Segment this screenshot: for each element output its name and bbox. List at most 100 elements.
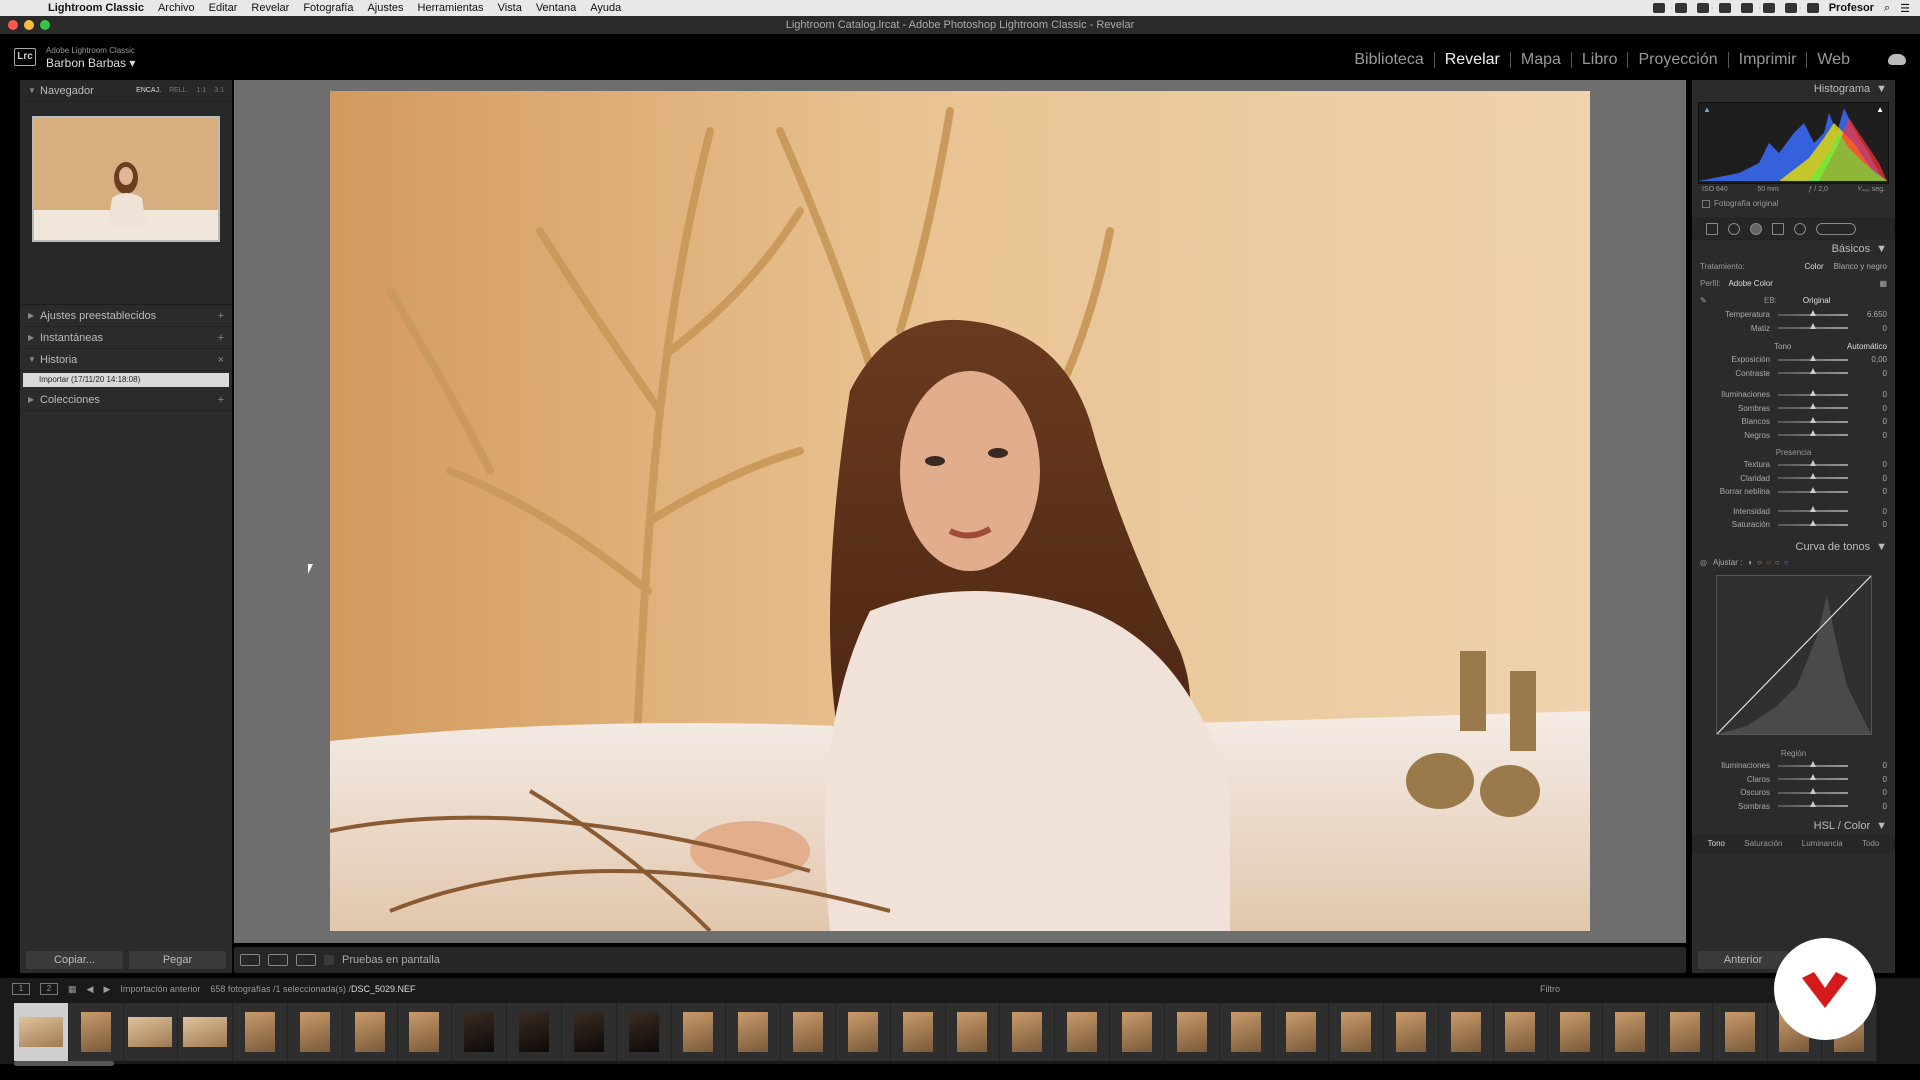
menu-vista[interactable]: Vista [498, 2, 522, 14]
highlight-clipping-icon[interactable]: ▲ [1876, 105, 1884, 114]
slider-knob[interactable] [1810, 473, 1816, 480]
creative-cloud-icon[interactable] [1696, 3, 1709, 13]
original-photo-toggle[interactable]: Fotografía original [1692, 193, 1895, 208]
zoom-fit[interactable]: ENCAJ. [136, 87, 161, 94]
before-after-swap-icon[interactable] [296, 954, 316, 966]
spotlight-search-icon[interactable]: ⌕ [1884, 2, 1890, 15]
graduated-filter-icon[interactable] [1772, 223, 1784, 235]
slider-value[interactable]: 0 [1883, 431, 1887, 440]
profile-select[interactable]: Adobe Color [1728, 279, 1772, 288]
slider-knob[interactable] [1810, 368, 1816, 375]
filmstrip-thumbnail[interactable] [781, 1003, 836, 1061]
hsl-tab-luminance[interactable]: Luminancia [1802, 839, 1843, 849]
add-preset-icon[interactable]: + [218, 310, 224, 322]
red-curve-icon[interactable]: ○ [1766, 558, 1771, 567]
slider-value[interactable]: 0 [1883, 507, 1887, 516]
filmstrip-thumbnail[interactable] [1383, 1003, 1439, 1061]
filmstrip-thumbnail[interactable] [1603, 1003, 1658, 1061]
slider-track[interactable] [1778, 368, 1848, 375]
slider-value[interactable]: 0 [1883, 802, 1887, 811]
slider-track[interactable] [1778, 323, 1848, 330]
history-entry[interactable]: Importar (17/11/20 14:18:08) [23, 373, 229, 387]
filmstrip-filename[interactable]: DSC_5029.NEF [351, 984, 416, 994]
copy-settings-button[interactable]: Copiar... [26, 951, 123, 969]
slider-value[interactable]: 0 [1883, 761, 1887, 770]
module-revelar[interactable]: Revelar [1435, 52, 1511, 68]
filmstrip-thumbnail[interactable] [561, 1003, 617, 1061]
slider-knob[interactable] [1810, 323, 1816, 330]
filmstrip-source[interactable]: Importación anterior [120, 984, 200, 994]
parametric-curve-icon[interactable]: ◐ [1748, 558, 1753, 567]
slider-value[interactable]: 0 [1883, 775, 1887, 784]
filmstrip-thumbnail[interactable] [1219, 1003, 1275, 1061]
slider-knob[interactable] [1810, 486, 1816, 493]
menu-ayuda[interactable]: Ayuda [590, 2, 621, 14]
crop-icon[interactable] [1706, 223, 1718, 235]
hsl-header[interactable]: HSL / Color ▼ [1692, 817, 1895, 835]
filmstrip-thumbnail[interactable] [1548, 1003, 1604, 1061]
slider-knob[interactable] [1810, 774, 1816, 781]
record-icon[interactable] [1652, 3, 1665, 13]
screen-icon[interactable] [1674, 3, 1687, 13]
filmstrip-thumbnail[interactable] [14, 1003, 69, 1061]
slider-track[interactable] [1778, 760, 1848, 767]
filmstrip-thumbnail[interactable] [1000, 1003, 1056, 1061]
zoom-fill[interactable]: RELL. [169, 87, 188, 94]
menu-app-name[interactable]: Lightroom Classic [48, 2, 144, 14]
histogram[interactable]: ▲ ▲ [1698, 102, 1889, 184]
slider-track[interactable] [1778, 416, 1848, 423]
filmstrip-thumbnail[interactable] [1055, 1003, 1110, 1061]
module-proyeccion[interactable]: Proyección [1628, 52, 1729, 68]
slider-value[interactable]: 0 [1883, 390, 1887, 399]
filmstrip-filter-label[interactable]: Filtro [1540, 984, 1560, 994]
slider-value[interactable]: 0 [1883, 417, 1887, 426]
wb-select[interactable]: Original [1803, 296, 1831, 305]
filmstrip-thumbnail[interactable] [123, 1003, 179, 1061]
module-imprimir[interactable]: Imprimir [1729, 52, 1808, 68]
filmstrip-thumbnail[interactable] [726, 1003, 782, 1061]
slider-knob[interactable] [1810, 519, 1816, 526]
close-window-icon[interactable] [8, 20, 18, 30]
spot-removal-icon[interactable] [1728, 223, 1740, 235]
slider-track[interactable] [1778, 486, 1848, 493]
slider-knob[interactable] [1810, 760, 1816, 767]
back-arrow-icon[interactable]: ◀ [87, 984, 94, 995]
menu-fotografia[interactable]: Fotografía [303, 2, 353, 14]
tone-curve-graph[interactable] [1716, 575, 1872, 735]
slider-value[interactable]: 0 [1883, 520, 1887, 529]
slider-value[interactable]: 0,00 [1871, 355, 1887, 364]
filmstrip-thumbnail[interactable] [1274, 1003, 1330, 1061]
main-photo[interactable] [330, 91, 1590, 931]
loupe-view-icon[interactable] [240, 954, 260, 966]
filmstrip-thumbnail[interactable] [287, 1003, 343, 1061]
menu-ajustes[interactable]: Ajustes [367, 2, 403, 14]
identity-plate[interactable]: Adobe Lightroom Classic Barbon Barbas ▾ [46, 46, 135, 70]
rgb-curve-icon[interactable]: ○ [1757, 558, 1762, 567]
navigator-header[interactable]: ▼ Navegador ENCAJ. RELL. 1:1 3:1 [20, 80, 232, 102]
treatment-bw-option[interactable]: Blanco y negro [1834, 262, 1887, 271]
minimize-window-icon[interactable] [24, 20, 34, 30]
clear-history-icon[interactable]: × [218, 354, 224, 366]
slider-value[interactable]: 0 [1883, 474, 1887, 483]
tone-curve-header[interactable]: Curva de tonos ▼ [1692, 538, 1895, 556]
filmstrip-thumbnail[interactable] [68, 1003, 124, 1061]
history-header[interactable]: ▼ Historia × [20, 349, 232, 371]
radial-filter-icon[interactable] [1794, 223, 1806, 235]
flag-icon[interactable] [1740, 3, 1753, 13]
filmstrip[interactable] [0, 1000, 1920, 1064]
collections-header[interactable]: ▶ Colecciones + [20, 389, 232, 411]
red-eye-icon[interactable] [1750, 223, 1762, 235]
slider-track[interactable] [1778, 519, 1848, 526]
slider-knob[interactable] [1810, 389, 1816, 396]
soft-proofing-checkbox[interactable] [324, 955, 334, 965]
filmstrip-thumbnail[interactable] [342, 1003, 398, 1061]
slider-track[interactable] [1778, 787, 1848, 794]
menu-archivo[interactable]: Archivo [158, 2, 195, 14]
histogram-header[interactable]: Histograma ▼ [1692, 80, 1895, 98]
green-curve-icon[interactable]: ○ [1775, 558, 1780, 567]
filmstrip-thumbnail[interactable] [945, 1003, 1001, 1061]
slider-knob[interactable] [1810, 787, 1816, 794]
slider-value[interactable]: 6.650 [1867, 310, 1887, 319]
slider-value[interactable]: 0 [1883, 404, 1887, 413]
filmstrip-thumbnail[interactable] [452, 1003, 508, 1061]
